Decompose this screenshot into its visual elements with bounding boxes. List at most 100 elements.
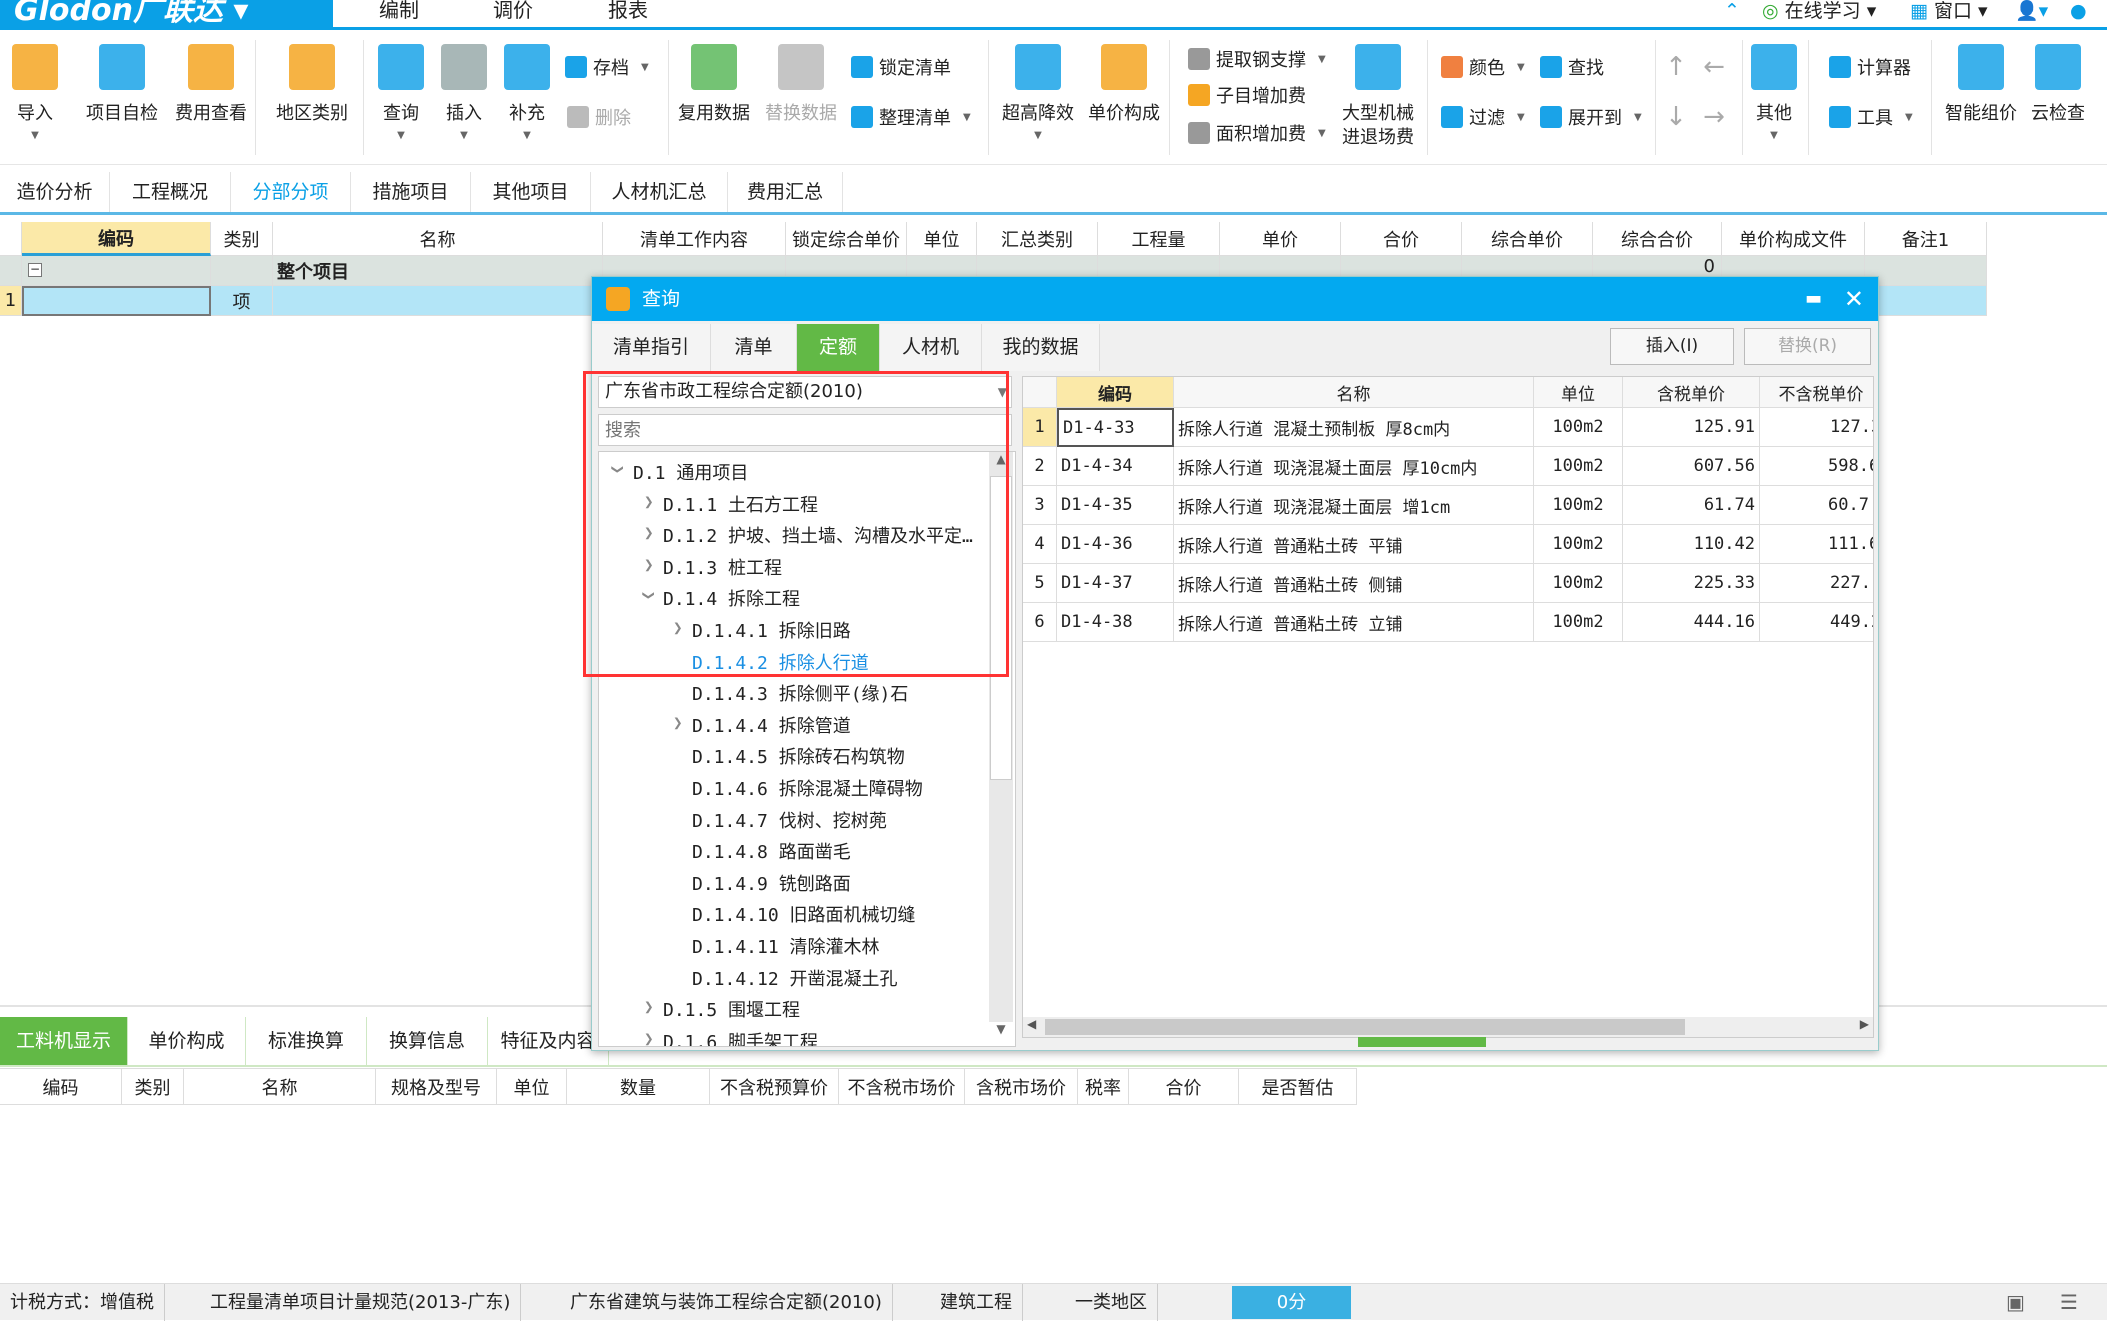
dialog-tab-4[interactable]: 我的数据 bbox=[982, 324, 1100, 371]
toolbar-small-button-10[interactable]: 展开到 ▼ bbox=[1540, 104, 1642, 130]
grid-row-1[interactable]: D1-4-33 bbox=[1057, 408, 1174, 447]
bottom-header-cell[interactable]: 规格及型号 bbox=[376, 1068, 497, 1105]
collapse-toggle-icon[interactable]: − bbox=[28, 263, 42, 277]
grid-row-3[interactable]: 3 bbox=[1023, 486, 1057, 525]
toolbar-small-button-7[interactable]: 颜色 ▼ bbox=[1441, 54, 1525, 80]
toolbar-small-button-11[interactable]: 计算器 bbox=[1829, 54, 1911, 80]
grid-header-cell[interactable]: 含税单价 bbox=[1623, 377, 1760, 408]
grid-row-1[interactable]: 125.91 bbox=[1623, 408, 1760, 447]
grid-row-2[interactable]: 拆除人行道 现浇混凝土面层 厚10cm内 bbox=[1174, 447, 1534, 486]
toolbar-button-0[interactable]: 导入 ▼ bbox=[12, 44, 58, 141]
toolbar-small-button-12[interactable]: 工具 ▼ bbox=[1829, 104, 1913, 130]
bottom-header-cell[interactable]: 含税市场价 bbox=[965, 1068, 1078, 1105]
tree-node[interactable]: D.1.4.3 拆除侧平(缘)石 bbox=[599, 677, 985, 708]
grid-row-1[interactable]: 127.3 bbox=[1760, 408, 1873, 447]
toolbar-button-2[interactable]: 费用查看 bbox=[175, 44, 247, 126]
table-header-cell[interactable]: 单价构成文件 bbox=[1722, 222, 1865, 256]
close-icon[interactable]: ✕ bbox=[1844, 277, 1864, 321]
grid-row-6[interactable]: 449.2 bbox=[1760, 603, 1873, 642]
bottom-header-cell[interactable]: 类别 bbox=[122, 1068, 184, 1105]
bottom-header-cell[interactable]: 税率 bbox=[1078, 1068, 1129, 1105]
chevron-right-icon[interactable]: ❯ bbox=[644, 997, 654, 1016]
toolbar-button-4[interactable]: 查询 ▼ bbox=[378, 44, 424, 141]
collapse-ribbon-icon[interactable]: ⌃ bbox=[1724, 0, 1740, 22]
table-header-cell[interactable]: 工程量 bbox=[1098, 222, 1220, 256]
move-right-icon[interactable]: → bbox=[1703, 102, 1725, 132]
grid-row-2[interactable]: 598.6 bbox=[1760, 447, 1873, 486]
chevron-right-icon[interactable]: ❯ bbox=[673, 713, 683, 732]
tree-node[interactable]: ❯ D.1.4.4 拆除管道 bbox=[599, 709, 985, 740]
table-row-1[interactable] bbox=[273, 286, 603, 316]
toolbar-small-button-4[interactable]: 提取钢支撑 ▼ bbox=[1188, 46, 1326, 72]
toolbar-button-5[interactable]: 插入 ▼ bbox=[441, 44, 487, 141]
score-button[interactable]: 0分 bbox=[1232, 1286, 1351, 1319]
grid-row-5[interactable]: 100m2 bbox=[1534, 564, 1623, 603]
chevron-right-icon[interactable]: ❯ bbox=[644, 1029, 654, 1046]
grid-row-4[interactable]: 110.42 bbox=[1623, 525, 1760, 564]
bottom-tab-1[interactable]: 单价构成 bbox=[128, 1017, 246, 1065]
bottom-header-cell[interactable]: 不含税市场价 bbox=[839, 1068, 965, 1105]
move-down-icon[interactable]: ↓ bbox=[1665, 102, 1687, 132]
tree-node[interactable]: D.1.4.7 伐树、挖树蔸 bbox=[599, 804, 985, 835]
grid-row-1[interactable]: 100m2 bbox=[1534, 408, 1623, 447]
table-header-cell[interactable]: 清单工作内容 bbox=[603, 222, 786, 256]
bottom-header-cell[interactable]: 编码 bbox=[0, 1068, 122, 1105]
module-tab-3[interactable]: 措施项目 bbox=[351, 172, 471, 212]
module-tab-6[interactable]: 费用汇总 bbox=[728, 172, 843, 212]
table-header-cell[interactable]: 编码 bbox=[22, 222, 211, 256]
toolbar-small-button-9[interactable]: 过滤 ▼ bbox=[1441, 104, 1525, 130]
replace-button[interactable]: 替换(R) bbox=[1744, 328, 1871, 365]
grid-row-4[interactable]: 4 bbox=[1023, 525, 1057, 564]
dialog-tab-1[interactable]: 清单 bbox=[711, 324, 797, 371]
grid-row-2[interactable]: 607.56 bbox=[1623, 447, 1760, 486]
grid-header-cell[interactable]: 编码 bbox=[1057, 377, 1174, 408]
tree-node[interactable]: ❯ D.1.5 围堰工程 bbox=[599, 993, 985, 1024]
toolbar-button-7[interactable]: 复用数据 bbox=[678, 44, 750, 126]
bottom-tab-2[interactable]: 标准换算 bbox=[246, 1017, 367, 1065]
insert-button[interactable]: 插入(I) bbox=[1610, 328, 1734, 365]
grid-row-5[interactable]: 拆除人行道 普通粘土砖 侧铺 bbox=[1174, 564, 1534, 603]
table-row-project[interactable] bbox=[22, 256, 211, 286]
move-left-icon[interactable]: ← bbox=[1703, 52, 1725, 82]
module-tab-0[interactable]: 造价分析 bbox=[0, 172, 110, 212]
grid-row-6[interactable]: 6 bbox=[1023, 603, 1057, 642]
grid-h-scrollbar[interactable]: ◀ ▶ bbox=[1023, 1017, 1873, 1037]
table-header-cell[interactable]: 汇总类别 bbox=[977, 222, 1098, 256]
tree-node[interactable]: D.1.4.12 开凿混凝土孔 bbox=[599, 962, 985, 993]
online-learning-button[interactable]: ◎ 在线学习 ▾ bbox=[1762, 0, 1876, 22]
tree-node[interactable]: D.1.4.6 拆除混凝土障碍物 bbox=[599, 772, 985, 803]
grid-row-3[interactable]: 拆除人行道 现浇混凝土面层 增1cm bbox=[1174, 486, 1534, 525]
table-row-project[interactable] bbox=[211, 256, 273, 286]
toolbar-button-12[interactable]: 其他 ▼ bbox=[1751, 44, 1797, 141]
module-tab-4[interactable]: 其他项目 bbox=[471, 172, 591, 212]
toolbar-small-button-6[interactable]: 面积增加费 ▼ bbox=[1188, 120, 1326, 146]
bottom-tab-0[interactable]: 工料机显示 bbox=[0, 1017, 128, 1065]
grid-row-6[interactable]: D1-4-38 bbox=[1057, 603, 1174, 642]
module-tab-2[interactable]: 分部分项 bbox=[231, 172, 351, 212]
grid-header-cell[interactable]: 名称 bbox=[1174, 377, 1534, 408]
grid-row-5[interactable]: 227. bbox=[1760, 564, 1873, 603]
table-header-cell[interactable]: 合价 bbox=[1341, 222, 1462, 256]
bottom-header-cell[interactable]: 是否暂估 bbox=[1239, 1068, 1357, 1105]
toolbar-button-6[interactable]: 补充 ▼ bbox=[504, 44, 550, 141]
table-header-cell[interactable]: 类别 bbox=[211, 222, 273, 256]
grid-row-6[interactable]: 100m2 bbox=[1534, 603, 1623, 642]
bottom-tab-3[interactable]: 换算信息 bbox=[367, 1017, 488, 1065]
toolbar-button-10[interactable]: 单价构成 bbox=[1088, 44, 1160, 126]
toolbar-small-button-2[interactable]: 锁定清单 bbox=[851, 54, 951, 80]
table-row-project[interactable]: 整个项目 bbox=[273, 256, 603, 286]
toolbar-button-11[interactable]: 大型机械 进退场费 bbox=[1342, 44, 1414, 150]
grid-row-5[interactable]: 5 bbox=[1023, 564, 1057, 603]
table-row-1[interactable]: 1 bbox=[0, 286, 22, 316]
grid-header-cell[interactable] bbox=[1023, 377, 1057, 408]
menu-tab-adjust[interactable]: 调价 bbox=[458, 0, 568, 27]
splitter-handle[interactable] bbox=[1358, 1037, 1486, 1047]
grid-header-cell[interactable]: 不含税单价 bbox=[1760, 377, 1873, 408]
grid-row-5[interactable]: 225.33 bbox=[1623, 564, 1760, 603]
dialog-tab-3[interactable]: 人材机 bbox=[880, 324, 982, 371]
toolbar-small-button-3[interactable]: 整理清单 ▼ bbox=[851, 104, 971, 130]
grid-row-2[interactable]: 100m2 bbox=[1534, 447, 1623, 486]
grid-row-3[interactable]: 100m2 bbox=[1534, 486, 1623, 525]
dialog-tab-0[interactable]: 清单指引 bbox=[592, 324, 711, 371]
maximize-icon[interactable]: ▬ bbox=[1805, 277, 1822, 321]
